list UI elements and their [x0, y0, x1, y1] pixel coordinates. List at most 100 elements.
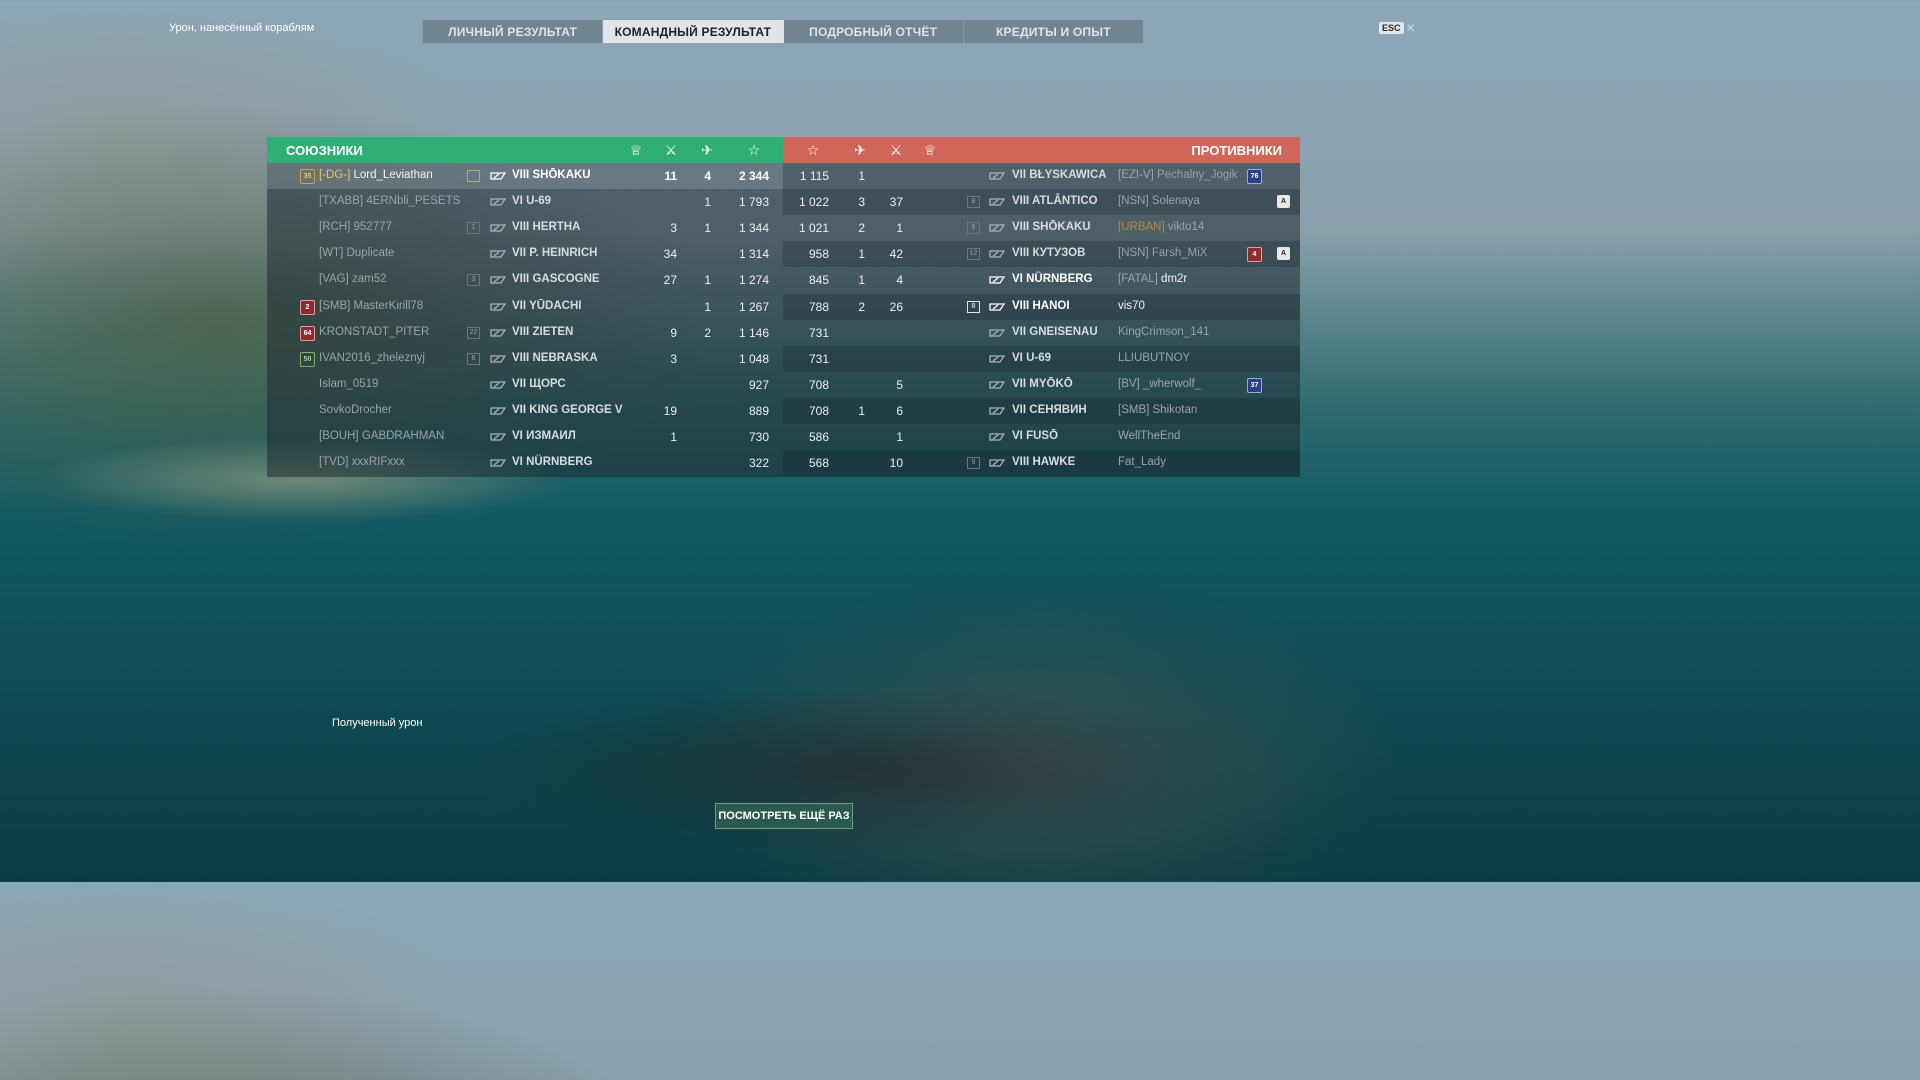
- ship-tier: VIII: [512, 273, 530, 286]
- ally-row[interactable]: [BOUH] GABDRAHMAN VI ИЗМАИЛ 1 730: [267, 424, 783, 450]
- base-xp-value: 788: [808, 299, 829, 314]
- ship-title: NEBRASKA: [532, 351, 598, 364]
- frags-value: 34: [663, 247, 677, 262]
- base-xp-value: 1 021: [798, 221, 829, 236]
- clan-tag: [SMB]: [319, 299, 351, 312]
- enemy-row[interactable]: 708 5 VII MYŌKŌ [BV] _wherwolf_ 37: [783, 372, 1300, 398]
- plane-icon: ✈: [701, 142, 713, 158]
- ship-title: HANOI: [1032, 299, 1070, 312]
- allies-table: 35 [-DG-] Lord_Leviathan VIII SHŌKAKU 11 4 2 …: [267, 163, 783, 477]
- player-nickname: SovkoDrocher: [319, 403, 392, 416]
- frags-value: 37: [889, 195, 903, 210]
- enemy-row[interactable]: 788 2 26 8 VIII HANOI vis70: [783, 293, 1300, 320]
- clan-tag: [URBAN]: [1118, 221, 1165, 234]
- clan-tag: [NSN]: [1118, 247, 1149, 260]
- base-xp-value: 1 146: [738, 325, 769, 340]
- ship-class-icon: [989, 355, 1005, 363]
- ally-row[interactable]: 35 [-DG-] Lord_Leviathan VIII SHŌKAKU 11 4 2 …: [267, 163, 783, 189]
- frags-value: 5: [896, 377, 903, 392]
- clan-tag: [BV]: [1118, 377, 1140, 390]
- base-xp-value: 958: [808, 247, 829, 262]
- ally-row[interactable]: [TXABB] 4ERNbli_PESETS VI U-69 1 1 793: [267, 189, 783, 215]
- player-nickname: 4ERNbli_PESETS: [366, 195, 461, 208]
- ship-title: ATLÂNTICO: [1032, 195, 1098, 208]
- player-nickname: Duplicate: [346, 247, 395, 260]
- enemy-row[interactable]: 1 115 1 VII BŁYSKAWICA [EZI-V] Pechalny_Jog…: [783, 163, 1300, 189]
- enemy-row[interactable]: 958 1 42 12 VIII КУТУЗОВ [NSN] Farsh_MiX 4 A: [783, 241, 1300, 268]
- base-xp-value: 845: [808, 273, 829, 288]
- tab-credits-xp[interactable]: КРЕДИТЫ И ОПЫТ: [964, 20, 1143, 43]
- ally-row[interactable]: [VAG] zam52 3 VIII GASCOGNE 27 1 1 274: [267, 267, 783, 293]
- close-button[interactable]: ESC ✕: [1379, 21, 1416, 35]
- division-icon: [467, 170, 480, 182]
- rank-letter-icon: A: [1277, 195, 1290, 209]
- base-xp-value: 889: [748, 403, 769, 418]
- ally-row[interactable]: SovkoDrocher VII KING GEORGE V 19 889: [267, 398, 783, 424]
- ship-class-icon: [490, 381, 506, 389]
- ally-row[interactable]: [WT] Duplicate VII P. HEINRICH 34 1 314: [267, 241, 783, 267]
- enemy-row[interactable]: 568 10 9 VIII HAWKE Fat_Lady: [783, 450, 1300, 477]
- ship-title: U-69: [1026, 351, 1052, 364]
- enemy-row[interactable]: 845 1 4 VI NÜRNBERG [FATAL] dm2r: [783, 267, 1300, 293]
- planes-value: 4: [704, 169, 711, 183]
- enemy-row[interactable]: 1 021 2 1 6 VIII SHŌKAKU [URBAN] vikto14: [783, 215, 1300, 241]
- player-name: [BV] _wherwolf_: [1118, 378, 1201, 390]
- ship-name: VI U-69: [1012, 352, 1051, 364]
- ship-class-icon: [490, 198, 506, 206]
- base-xp-value: 568: [808, 456, 829, 471]
- player-name: [TVD] xxxRIFxxx: [319, 456, 405, 468]
- ship-tier: VII: [1012, 325, 1027, 338]
- frags-value: 42: [889, 247, 903, 262]
- ally-row[interactable]: 2 [SMB] MasterKirill78 VII YŪDACHI 1 1 267: [267, 294, 783, 320]
- ally-row[interactable]: 64 KRONSTADT_PITER 22 VIII ZIETEN 9 2 1 146: [267, 320, 783, 346]
- frags-value: 10: [889, 456, 903, 471]
- ship-tier: VIII: [512, 169, 530, 181]
- base-xp-value: 1 115: [799, 169, 829, 183]
- base-xp-value: 731: [808, 325, 829, 340]
- ally-row[interactable]: [RCH] 952777 1 VIII HERTHA 3 1 1 344: [267, 215, 783, 241]
- clan-tag: [SMB]: [1118, 403, 1150, 416]
- player-name: WellTheEnd: [1118, 430, 1180, 442]
- ship-tier: VIII: [1012, 456, 1030, 469]
- enemy-row[interactable]: 1 022 3 37 8 VIII ATLÂNTICO [NSN] Solenaya A: [783, 189, 1300, 216]
- enemy-row[interactable]: 731 VII GNEISENAU KingCrimson_141: [783, 320, 1300, 346]
- clan-tag: [WT]: [319, 247, 344, 260]
- ship-class-icon: [989, 302, 1005, 311]
- player-name: KingCrimson_141: [1118, 326, 1209, 338]
- player-nickname: WellTheEnd: [1118, 430, 1181, 442]
- base-xp-value: 1 274: [738, 273, 769, 288]
- enemies-title: ПРОТИВНИКИ: [1191, 143, 1282, 158]
- enemy-row[interactable]: 586 1 VI FUSŌ WellTheEnd: [783, 424, 1300, 450]
- clan-tag: [NSN]: [1118, 195, 1149, 208]
- background-ship: [240, 640, 1360, 882]
- player-name: [SMB] Shikotan: [1118, 404, 1197, 416]
- ship-name: VII СЕНЯВИН: [1012, 404, 1087, 416]
- ship-title: SHŌKAKU: [1032, 221, 1091, 234]
- division-number: 22: [467, 326, 480, 339]
- ship-name: VII MYŌKŌ: [1012, 378, 1073, 390]
- enemy-row[interactable]: 708 1 6 VII СЕНЯВИН [SMB] Shikotan: [783, 397, 1300, 424]
- watch-replay-button[interactable]: ПОСМОТРЕТЬ ЕЩЁ РАЗ: [715, 803, 853, 829]
- division-number: 9: [967, 457, 980, 470]
- ship-class-icon: [490, 172, 506, 180]
- ship-tier: VI: [512, 195, 523, 208]
- player-name: [WT] Duplicate: [319, 247, 394, 259]
- ally-row[interactable]: [TVD] xxxRIFxxx VI NÜRNBERG 322: [267, 450, 783, 476]
- ally-row[interactable]: Islam_0519 VII ЩОРС 927: [267, 372, 783, 398]
- player-name: [TXABB] 4ERNbli_PESETS: [319, 195, 460, 207]
- ship-class-icon: [989, 407, 1005, 415]
- base-xp-value: 1 344: [738, 221, 769, 236]
- ship-title: NÜRNBERG: [1026, 273, 1093, 286]
- laurel-wreath-icon: [923, 194, 937, 208]
- division-number: 8: [967, 300, 980, 313]
- enemy-row[interactable]: 731 VI U-69 LLIUBUTNOY: [783, 345, 1300, 372]
- rank-letter-icon: A: [1277, 247, 1290, 261]
- ally-row[interactable]: 50 IVAN2016_zheleznyj 6 VIII NEBRASKA 3 1 048: [267, 346, 783, 372]
- tab-team-result[interactable]: КОМАНДНЫЙ РЕЗУЛЬТАТ: [603, 20, 784, 43]
- base-xp-value: 708: [808, 377, 829, 392]
- ship-class-icon: [490, 302, 506, 311]
- player-nickname: vikto14: [1167, 221, 1205, 234]
- tab-detailed-report[interactable]: ПОДРОБНЫЙ ОТЧЁТ: [784, 20, 964, 43]
- tab-personal-result[interactable]: ЛИЧНЫЙ РЕЗУЛЬТАТ: [423, 20, 604, 43]
- ship-tier: VII: [512, 403, 527, 416]
